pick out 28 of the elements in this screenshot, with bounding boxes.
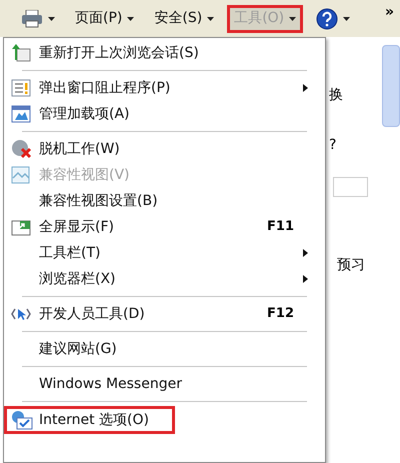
- menu-item[interactable]: 脱机工作(W): [4, 136, 325, 162]
- menu-item[interactable]: 浏览器栏(X): [4, 266, 325, 292]
- overflow-chevron[interactable]: »: [384, 2, 394, 23]
- menu-item[interactable]: 工具栏(T): [4, 240, 325, 266]
- menu-item[interactable]: 重新打开上次浏览会话(S): [4, 40, 325, 66]
- input-field[interactable]: [333, 177, 368, 197]
- menu-item[interactable]: Windows Messenger: [4, 371, 325, 397]
- menu-item[interactable]: Internet 选项(O): [4, 406, 175, 434]
- menu-item[interactable]: 管理加载项(A): [4, 101, 325, 127]
- toolbar-button[interactable]: 页面(P): [68, 4, 142, 32]
- page-text: 换: [329, 86, 343, 105]
- menu-item[interactable]: 弹出窗口阻止程序(P): [4, 75, 325, 101]
- page-text: 预习: [337, 256, 365, 275]
- help-icon: [316, 8, 338, 30]
- printer-icon: [21, 10, 43, 28]
- menu-item[interactable]: 开发人员工具(D) F12: [4, 301, 325, 327]
- scrollbar[interactable]: [382, 45, 400, 127]
- code-cursor-icon: [11, 306, 31, 322]
- window-alert-icon: [11, 79, 31, 97]
- globe-cross-icon: [11, 139, 33, 159]
- menu-item[interactable]: 兼容性视图设置(B): [4, 188, 325, 214]
- toolbar-button[interactable]: 安全(S): [147, 4, 222, 32]
- menu-item[interactable]: 建议网站(G): [4, 336, 325, 362]
- fullscreen-icon: [11, 218, 31, 236]
- page-text: ?: [329, 136, 336, 155]
- globe-check-icon: [11, 410, 33, 430]
- reopen-icon: [11, 44, 31, 62]
- menu-item[interactable]: 全屏显示(F) F11: [4, 214, 325, 240]
